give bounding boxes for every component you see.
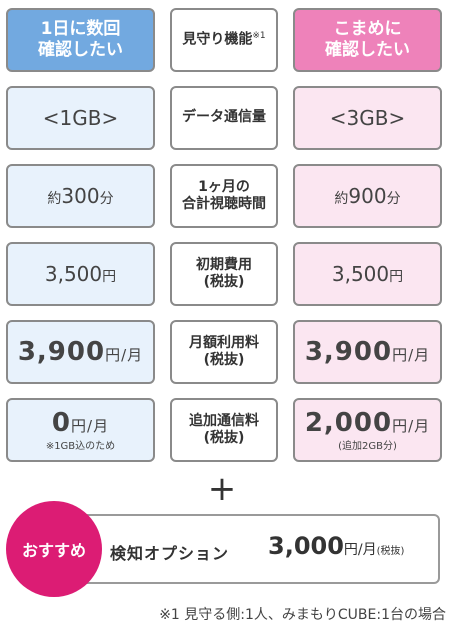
feature-header-label: 見守り機能	[182, 31, 253, 48]
frequent-viewing-time: 約900分	[293, 164, 442, 228]
row-label-additional-fee: 追加通信料 (税抜)	[170, 398, 278, 462]
plan-header-light-line1: 1日に数回	[40, 18, 121, 39]
row-label-additional-fee-line2: (税抜)	[203, 430, 245, 446]
frequent-viewing-time-unit: 分	[386, 190, 401, 207]
light-monthly-fee-value: 3,900	[17, 336, 106, 367]
row-label-additional-fee-line1: 追加通信料	[189, 412, 259, 429]
frequent-monthly-fee-value: 3,900	[304, 336, 393, 367]
row-label-monthly-fee-line2: (税抜)	[203, 352, 245, 368]
light-initial-fee-value: 3,500	[44, 261, 103, 286]
row-label-data-volume: データ通信量	[170, 86, 278, 150]
light-additional-fee-unit: 円/月	[71, 416, 110, 435]
light-initial-fee: 3,500円	[6, 242, 155, 306]
light-data-volume-value: <1GB>	[42, 105, 119, 130]
frequent-data-volume: <3GB>	[293, 86, 442, 150]
option-unit: 円/月	[343, 542, 377, 558]
light-monthly-fee: 3,900円/月	[6, 320, 155, 384]
feature-header: 見守り機能※1	[170, 8, 278, 72]
plus-icon: +	[207, 469, 237, 509]
frequent-additional-fee-note: (追加2GB分)	[338, 441, 397, 452]
row-label-viewing-time-line2: 合計視聴時間	[182, 196, 266, 212]
recommend-badge-label: おすすめ	[21, 541, 86, 560]
option-price: 3,000	[268, 532, 344, 560]
frequent-additional-fee-value: 2,000	[304, 407, 393, 438]
frequent-viewing-time-prefix: 約	[334, 190, 349, 207]
light-data-volume: <1GB>	[6, 86, 155, 150]
frequent-initial-fee-value: 3,500	[331, 261, 390, 286]
light-monthly-fee-unit: 円/月	[105, 345, 144, 364]
row-label-viewing-time: 1ヶ月の 合計視聴時間	[170, 164, 278, 228]
option-tax: (税抜)	[376, 546, 405, 557]
frequent-additional-fee: 2,000円/月 (追加2GB分)	[293, 398, 442, 462]
row-label-viewing-time-line1: 1ヶ月の	[198, 178, 250, 195]
light-viewing-time-value: 300	[61, 183, 100, 208]
plan-header-frequent: こまめに 確認したい	[293, 8, 442, 72]
option-card: 検知オプション 3,000円/月(税抜)	[70, 514, 440, 584]
frequent-initial-fee-unit: 円	[389, 268, 404, 285]
frequent-initial-fee: 3,500円	[293, 242, 442, 306]
row-label-monthly-fee: 月額利用料 (税抜)	[170, 320, 278, 384]
light-viewing-time: 約300分	[6, 164, 155, 228]
plan-header-frequent-line1: こまめに	[333, 18, 402, 39]
light-viewing-time-prefix: 約	[47, 190, 62, 207]
row-label-initial-fee: 初期費用 (税抜)	[170, 242, 278, 306]
row-label-monthly-fee-line1: 月額利用料	[189, 334, 259, 351]
frequent-monthly-fee-unit: 円/月	[392, 345, 431, 364]
frequent-additional-fee-unit: 円/月	[392, 416, 431, 435]
frequent-data-volume-value: <3GB>	[329, 105, 406, 130]
light-additional-fee-value: 0	[51, 407, 72, 438]
row-label-data-volume-text: データ通信量	[182, 109, 266, 126]
feature-header-mark: ※1	[252, 30, 266, 41]
frequent-viewing-time-value: 900	[348, 183, 387, 208]
light-additional-fee-note: ※1GB込のため	[45, 441, 116, 452]
row-label-initial-fee-line2: (税抜)	[203, 274, 245, 290]
footnote: ※1 見守る側:1人、みまもりCUBE:1台の場合	[159, 607, 446, 623]
option-name: 検知オプション	[110, 544, 230, 563]
plan-header-frequent-line2: 確認したい	[325, 40, 410, 60]
light-additional-fee: 0円/月 ※1GB込のため	[6, 398, 155, 462]
recommend-badge: おすすめ	[6, 501, 102, 597]
frequent-monthly-fee: 3,900円/月	[293, 320, 442, 384]
row-label-initial-fee-line1: 初期費用	[196, 256, 252, 273]
plan-header-light-line2: 確認したい	[38, 40, 123, 60]
plan-header-light: 1日に数回 確認したい	[6, 8, 155, 72]
light-viewing-time-unit: 分	[99, 190, 114, 207]
light-initial-fee-unit: 円	[102, 268, 117, 285]
